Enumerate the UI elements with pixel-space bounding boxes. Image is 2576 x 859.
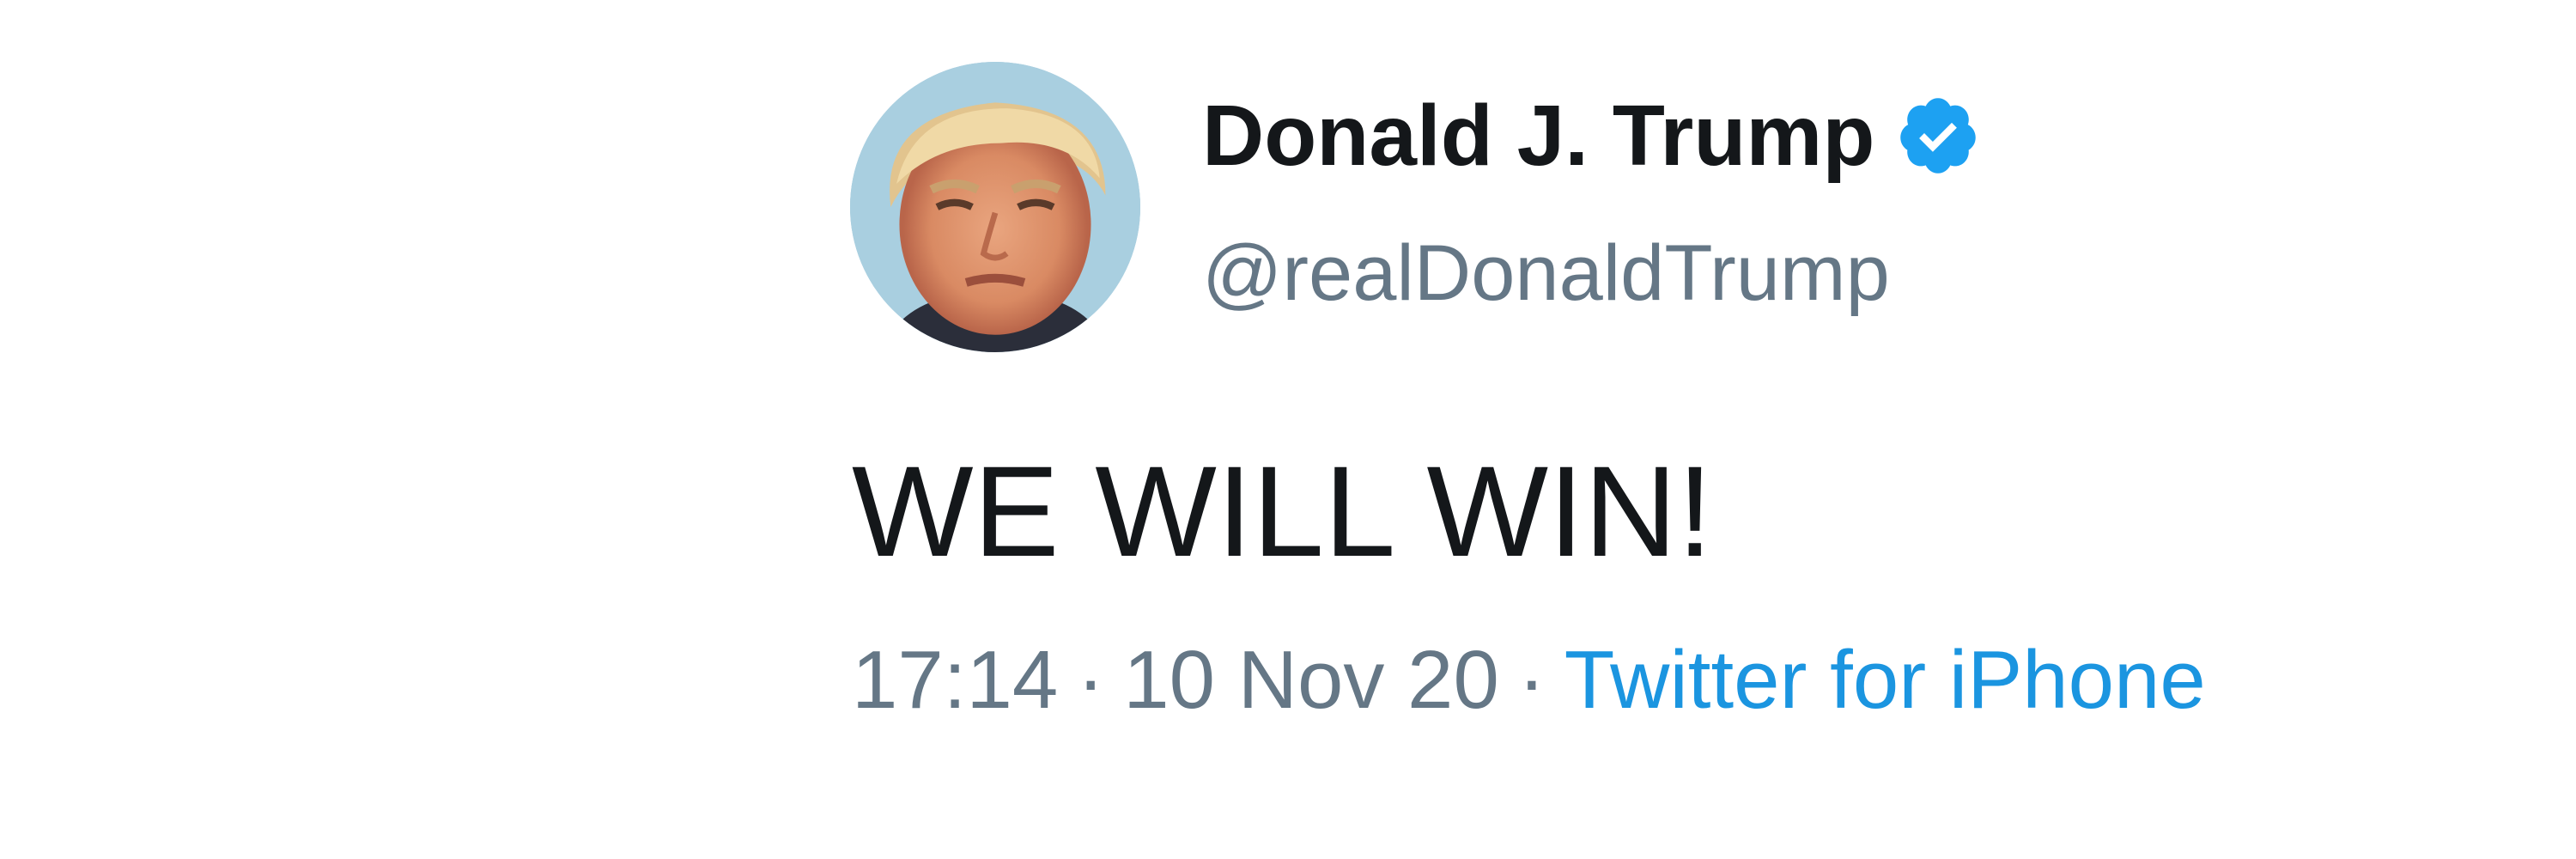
profile-avatar[interactable]: [850, 62, 1140, 352]
meta-separator: ·: [1517, 634, 1546, 726]
tweet-meta: 17:14 · 10 Nov 20 · Twitter for iPhone: [852, 639, 2206, 722]
tweet-text: WE WILL WIN!: [852, 439, 1713, 583]
author-handle[interactable]: @realDonaldTrump: [1202, 234, 1890, 313]
meta-separator: ·: [1077, 634, 1105, 726]
verified-badge-icon: [1895, 93, 1981, 179]
tweet-date[interactable]: 10 Nov 20: [1123, 634, 1499, 726]
profile-photo-icon: [850, 62, 1140, 352]
tweet-source-link[interactable]: Twitter for iPhone: [1564, 634, 2206, 726]
tweet-card: Donald J. Trump @realDonaldTrump WE WILL…: [0, 0, 2576, 859]
tweet-time[interactable]: 17:14: [852, 634, 1058, 726]
author-display-name[interactable]: Donald J. Trump: [1202, 93, 1874, 179]
author-name-row[interactable]: Donald J. Trump: [1202, 93, 1981, 179]
